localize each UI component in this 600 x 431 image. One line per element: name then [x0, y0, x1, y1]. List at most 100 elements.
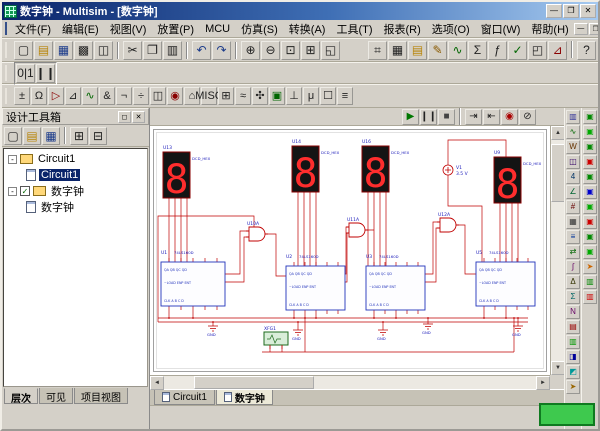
misc-group-button[interactable]: MISC [195, 87, 223, 105]
iv-analyzer-button[interactable]: ∫ [566, 260, 580, 274]
oscilloscope-button[interactable]: ◫ [566, 155, 580, 169]
word-generator-button[interactable]: ▦ [566, 215, 580, 229]
fullscreen-button[interactable]: ◱ [321, 40, 340, 60]
spreadsheet-view-button[interactable]: ▦ [388, 40, 407, 60]
rf-group-button[interactable]: ≈ [235, 87, 251, 105]
sheet-tab-circuit1[interactable]: Circuit1 [154, 390, 215, 405]
tree-expander-icon[interactable]: - [8, 154, 17, 164]
battery[interactable]: V1 3.5 V [442, 164, 469, 177]
capture-area-button[interactable]: ◰ [528, 40, 547, 60]
source-group-button[interactable]: ± [14, 87, 30, 105]
menu-reports[interactable]: 报表(R) [379, 20, 426, 38]
mdi-restore-button[interactable]: ❐ [588, 22, 598, 35]
seven-segment-display[interactable]: 8 U9 DCD_HEX [493, 150, 542, 208]
measurement-family-button[interactable]: ▣ [583, 215, 597, 229]
and-gate[interactable]: U12A [437, 212, 459, 233]
ni-group-button[interactable]: ▣ [269, 87, 285, 105]
visibility-checkbox[interactable]: ✓ [20, 186, 30, 196]
current-probe-button[interactable]: ➤ [583, 260, 597, 274]
tree-item-digital-clock-page[interactable]: 数字钟 [4, 199, 147, 215]
minimize-button[interactable]: — [546, 4, 562, 18]
rated-family-button[interactable]: ▣ [583, 230, 597, 244]
measurement-probe-button[interactable]: ➤ [566, 380, 580, 394]
ultiboard-button[interactable]: ⊿ [548, 40, 567, 60]
basic-family-button[interactable]: ▣ [583, 140, 597, 154]
frequency-counter-button[interactable]: # [566, 200, 580, 214]
analog-family-button[interactable]: ▣ [583, 185, 597, 199]
connector-group-button[interactable]: ⊥ [286, 87, 302, 105]
logic-analyzer-button[interactable]: ≡ [566, 230, 580, 244]
database-manager-button[interactable]: ▤ [408, 40, 427, 60]
seven-segment-display[interactable]: 8 U14 DCD_HEX [291, 139, 340, 197]
panel-tab-project-view[interactable]: 项目视图 [74, 388, 128, 404]
schematic-canvas[interactable]: 8 U13 DCD_HEX 8 U14 DCD_HEX 8 U16 DCD_HE… [150, 126, 550, 375]
step-over-button[interactable]: ⇤ [483, 108, 500, 125]
expand-all-button[interactable]: ⊞ [70, 126, 88, 145]
maximize-button[interactable]: ❐ [563, 4, 579, 18]
counter-ic[interactable]: U3 74LS160D QA QB QC QD ~LOAD ENP ENT CL… [365, 254, 426, 314]
autohide-button[interactable]: ◻ [118, 111, 131, 123]
distortion-analyzer-button[interactable]: Δ [566, 275, 580, 289]
mixed-group-button[interactable]: ◫ [150, 87, 166, 105]
misc-digital-group-button[interactable]: ÷ [133, 87, 149, 105]
spectrum-analyzer-button[interactable]: Σ [566, 290, 580, 304]
hierarchy-button[interactable]: ⌗ [368, 40, 387, 60]
remove-breakpoint-button[interactable]: ⊘ [519, 108, 536, 125]
counter-ic[interactable]: U5 74LS160D QA QB QC QD ~LOAD ENP ENT CL… [475, 250, 536, 310]
simulation-run-switch[interactable]: 0|1 [16, 63, 35, 83]
signal-source-family-button[interactable]: ▣ [583, 125, 597, 139]
menu-help[interactable]: 帮助(H) [526, 20, 573, 38]
breakpoint-button[interactable]: ◉ [501, 108, 518, 125]
cut-button[interactable]: ✂ [123, 40, 142, 60]
hierarchical-block-button[interactable]: ☐ [320, 87, 336, 105]
step-into-button[interactable]: ⇥ [465, 108, 482, 125]
menu-transfer[interactable]: 转换(A) [284, 20, 331, 38]
menu-options[interactable]: 选项(O) [427, 20, 475, 38]
menu-tools[interactable]: 工具(T) [331, 20, 377, 38]
mdi-minimize-button[interactable]: — [573, 22, 588, 35]
horizontal-scrollbar[interactable]: ◄ ► [150, 375, 550, 390]
design-toolbox-header[interactable]: 设计工具箱 ◻ ✕ [2, 108, 149, 125]
ground-symbol[interactable]: GND [292, 326, 303, 341]
simulation-pause-switch[interactable]: ❙❙ [35, 63, 56, 83]
basic-group-button[interactable]: Ω [31, 87, 47, 105]
ttl-group-button[interactable]: & [99, 87, 115, 105]
toolbox-open-button[interactable]: ▤ [23, 126, 41, 145]
scroll-down-button[interactable]: ▼ [551, 361, 564, 375]
document-icon[interactable] [5, 22, 7, 35]
power-source-family-button[interactable]: ▣ [583, 110, 597, 124]
seven-segment-display[interactable]: 8 U16 DCD_HEX [361, 139, 410, 197]
open-button[interactable]: ▤ [34, 40, 53, 60]
toolbar-grip[interactable] [5, 42, 10, 58]
run-button[interactable]: ▶ [402, 108, 419, 125]
indicator-group-button[interactable]: ◉ [167, 87, 183, 105]
transistor-family-button[interactable]: ▣ [583, 170, 597, 184]
toolbox-save-button[interactable]: ▦ [42, 126, 60, 145]
zoom-in-button[interactable]: ⊕ [241, 40, 260, 60]
horizontal-scroll-thumb[interactable] [194, 376, 314, 389]
menu-window[interactable]: 窗口(W) [476, 20, 526, 38]
toolbar-grip[interactable] [5, 88, 10, 104]
zoom-out-button[interactable]: ⊖ [261, 40, 280, 60]
electromechanical-group-button[interactable]: ✣ [252, 87, 268, 105]
menu-simulate[interactable]: 仿真(S) [236, 20, 283, 38]
and-gate[interactable]: U11A [346, 217, 368, 238]
zoom-fit-button[interactable]: ⊞ [301, 40, 320, 60]
menu-mcu[interactable]: MCU [200, 22, 235, 36]
function-generator-button[interactable]: ∿ [566, 125, 580, 139]
close-panel-button[interactable]: ✕ [132, 111, 145, 123]
print-preview-button[interactable]: ◫ [94, 40, 113, 60]
agilent-oscilloscope-button[interactable]: ◨ [566, 350, 580, 364]
menu-place[interactable]: 放置(P) [152, 20, 199, 38]
wattmeter-button[interactable]: W [566, 140, 580, 154]
component-wizard-button[interactable]: ✎ [428, 40, 447, 60]
tree-item-digital-clock-root[interactable]: - ✓ 数字钟 [4, 183, 147, 199]
misc-family-button[interactable]: ▣ [583, 200, 597, 214]
agilent-multimeter-button[interactable]: ▥ [566, 335, 580, 349]
copy-button[interactable]: ❐ [143, 40, 162, 60]
schematic-workspace[interactable]: 8 U13 DCD_HEX 8 U14 DCD_HEX 8 U16 DCD_HE… [150, 126, 564, 375]
advanced-peripherals-group-button[interactable]: ⊞ [218, 87, 234, 105]
grapher-button[interactable]: ∿ [448, 40, 467, 60]
redo-button[interactable]: ↷ [212, 40, 231, 60]
vertical-scroll-thumb[interactable] [551, 144, 564, 202]
